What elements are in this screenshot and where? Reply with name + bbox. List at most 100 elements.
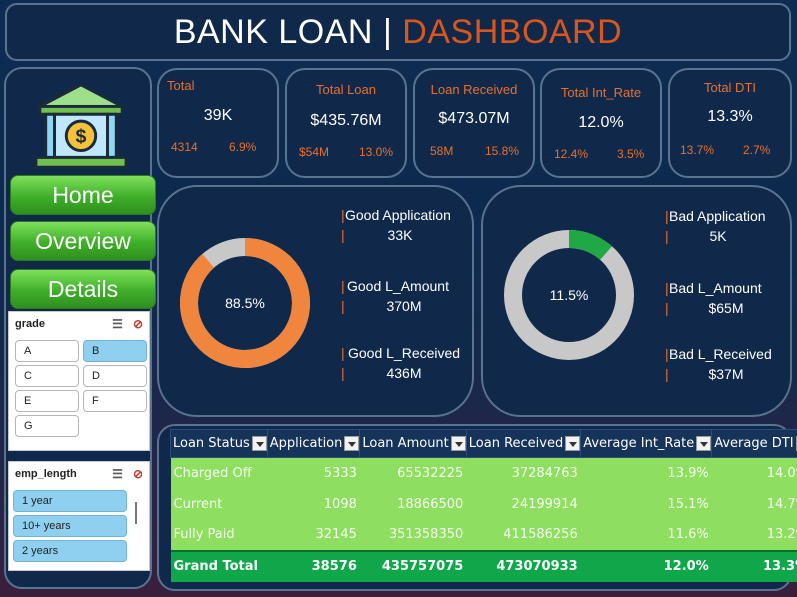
col-application[interactable]: Application [266, 429, 361, 458]
clear-filter-icon[interactable]: ⊘ [133, 467, 143, 481]
table-row: Fully Paid 32145 351358350 411586256 11.… [170, 519, 797, 551]
kpi-total-a: 4314 [171, 140, 198, 154]
multi-select-icon[interactable]: ☰ [112, 317, 123, 331]
cell: 65532225 [359, 457, 467, 489]
table-total-row: Grand Total 38576 435757075 473070933 12… [170, 549, 797, 582]
good-received-value: 436M [386, 365, 422, 381]
cell: 12.0% [580, 549, 712, 582]
details-button[interactable]: Details [10, 269, 156, 309]
cell: 1098 [267, 488, 360, 520]
kpi-total-loan-value: $435.76M [310, 112, 382, 129]
emp-option-10-plus-years[interactable]: 10+ years [13, 515, 127, 537]
grade-option-f[interactable]: F [83, 390, 147, 412]
cell: Fully Paid [170, 519, 268, 551]
grade-option-c[interactable]: C [15, 365, 79, 387]
cell: 435757075 [359, 549, 467, 582]
kpi-loan-received-b: 15.8% [485, 144, 520, 158]
kpi-total-label: Total [167, 78, 195, 93]
bad-application-value: 5K [709, 228, 727, 244]
kpi-int-rate: Total Int_Rate 12.0% 12.4% 3.5% [540, 68, 662, 178]
emp-option-2-years[interactable]: 2 years [13, 540, 127, 562]
table-header-row: Loan Status Application Loan Amount Loan… [170, 429, 797, 458]
kpi-total-loan: Total Loan $435.76M $54M 13.0% [285, 68, 407, 178]
kpi-dti-value: 13.3% [707, 108, 753, 125]
cell: 473070933 [466, 549, 581, 582]
filter-dropdown-icon[interactable] [565, 436, 581, 451]
table-row: Current 1098 18866500 24199914 15.1% 14.… [170, 488, 797, 520]
cell: Current [170, 488, 268, 520]
cell: Charged Off [170, 457, 268, 489]
cell: 14.7% [711, 488, 797, 520]
cell: 38576 [267, 549, 360, 582]
kpi-total-loan-a: $54M [299, 145, 330, 159]
grade-option-b[interactable]: B [83, 340, 147, 362]
cell: 5333 [267, 457, 360, 489]
grade-option-a[interactable]: A [15, 340, 79, 362]
cell: 37284763 [466, 457, 581, 489]
dashboard-title-bar: BANK LOAN | DASHBOARD [5, 3, 791, 61]
bad-received-value: $37M [708, 366, 744, 382]
multi-select-icon[interactable]: ☰ [112, 467, 123, 481]
col-avg-int-rate[interactable]: Average Int_Rate [580, 429, 713, 458]
bad-donut-pct: 11.5% [550, 287, 589, 303]
kpi-loan-received-a: 58M [430, 144, 454, 158]
kpi-loan-received-value: $473.07M [438, 110, 510, 127]
title-dashboard: DASHBOARD [402, 12, 623, 51]
cell: Grand Total [170, 549, 268, 582]
filter-dropdown-icon[interactable] [696, 436, 712, 451]
kpi-int-rate-a: 12.4% [554, 147, 589, 161]
kpi-int-rate-b: 3.5% [617, 147, 645, 161]
kpi-total: Total 39K 4314 6.9% [157, 68, 279, 178]
kpi-int-rate-label: Total Int_Rate [560, 85, 642, 100]
home-button[interactable]: Home [10, 175, 156, 215]
cell: 18866500 [359, 488, 467, 520]
overview-button[interactable]: Overview [10, 221, 156, 261]
bad-amount-label: Bad L_Amount [669, 280, 762, 296]
col-loan-status[interactable]: Loan Status [170, 429, 268, 458]
sidebar: $ Home Overview Details grade ☰ ⊘ A B C … [4, 67, 156, 589]
cell: 32145 [267, 519, 360, 551]
title-bank-loan: BANK LOAN [173, 12, 373, 51]
good-received-label: Good L_Received [348, 345, 461, 361]
col-avg-dti[interactable]: Average DTI [711, 429, 797, 458]
kpi-dti-label: Total DTI [703, 80, 756, 95]
kpi-total-loan-b: 13.0% [359, 145, 394, 159]
bad-loan-panel: 11.5% | Bad Application | 5K | Bad L_Amo… [481, 185, 792, 417]
emp-length-slicer-title: emp_length [15, 468, 77, 480]
cell: 11.6% [580, 519, 712, 551]
good-application-value: 33K [387, 227, 413, 243]
kpi-total-b: 6.9% [229, 140, 257, 154]
loan-status-table: Loan Status Application Loan Amount Loan… [170, 429, 797, 582]
good-loan-donut: 88.5% [180, 238, 310, 368]
good-amount-value: 370M [386, 298, 422, 314]
grade-slicer-title: grade [15, 318, 45, 330]
bad-application-label: Bad Application [669, 208, 766, 224]
bad-received-label: Bad L_Received [669, 346, 772, 362]
kpi-total-loan-label: Total Loan [316, 82, 376, 97]
filter-dropdown-icon[interactable] [344, 436, 360, 451]
grade-option-d[interactable]: D [83, 365, 147, 387]
kpi-dti: Total DTI 13.3% 13.7% 2.7% [668, 68, 792, 178]
good-amount-label: Good L_Amount [347, 278, 449, 294]
col-loan-received[interactable]: Loan Received [465, 429, 582, 458]
col-loan-amount[interactable]: Loan Amount [359, 429, 467, 458]
slicer-scrollbar[interactable] [135, 502, 137, 524]
grade-option-e[interactable]: E [15, 390, 79, 412]
kpi-total-value: 39K [203, 107, 233, 124]
cell: 13.2% [711, 519, 797, 551]
kpi-dti-b: 2.7% [743, 143, 771, 157]
svg-text:$: $ [76, 126, 87, 148]
clear-filter-icon[interactable]: ⊘ [133, 317, 143, 331]
filter-dropdown-icon[interactable] [450, 436, 466, 451]
cell: 13.3% [711, 549, 797, 582]
good-donut-pct: 88.5% [225, 295, 265, 311]
cell: 13.9% [580, 457, 712, 489]
good-loan-panel: 88.5% | Good Application | 33K | Good L_… [157, 185, 474, 417]
cell: 14.0% [711, 457, 797, 489]
grade-option-g[interactable]: G [15, 415, 79, 437]
emp-option-1-year[interactable]: 1 year [13, 490, 127, 512]
good-application-label: Good Application [345, 207, 451, 223]
cell: 15.1% [580, 488, 712, 520]
filter-dropdown-icon[interactable] [251, 436, 267, 451]
table-row: Charged Off 5333 65532225 37284763 13.9%… [170, 457, 797, 489]
